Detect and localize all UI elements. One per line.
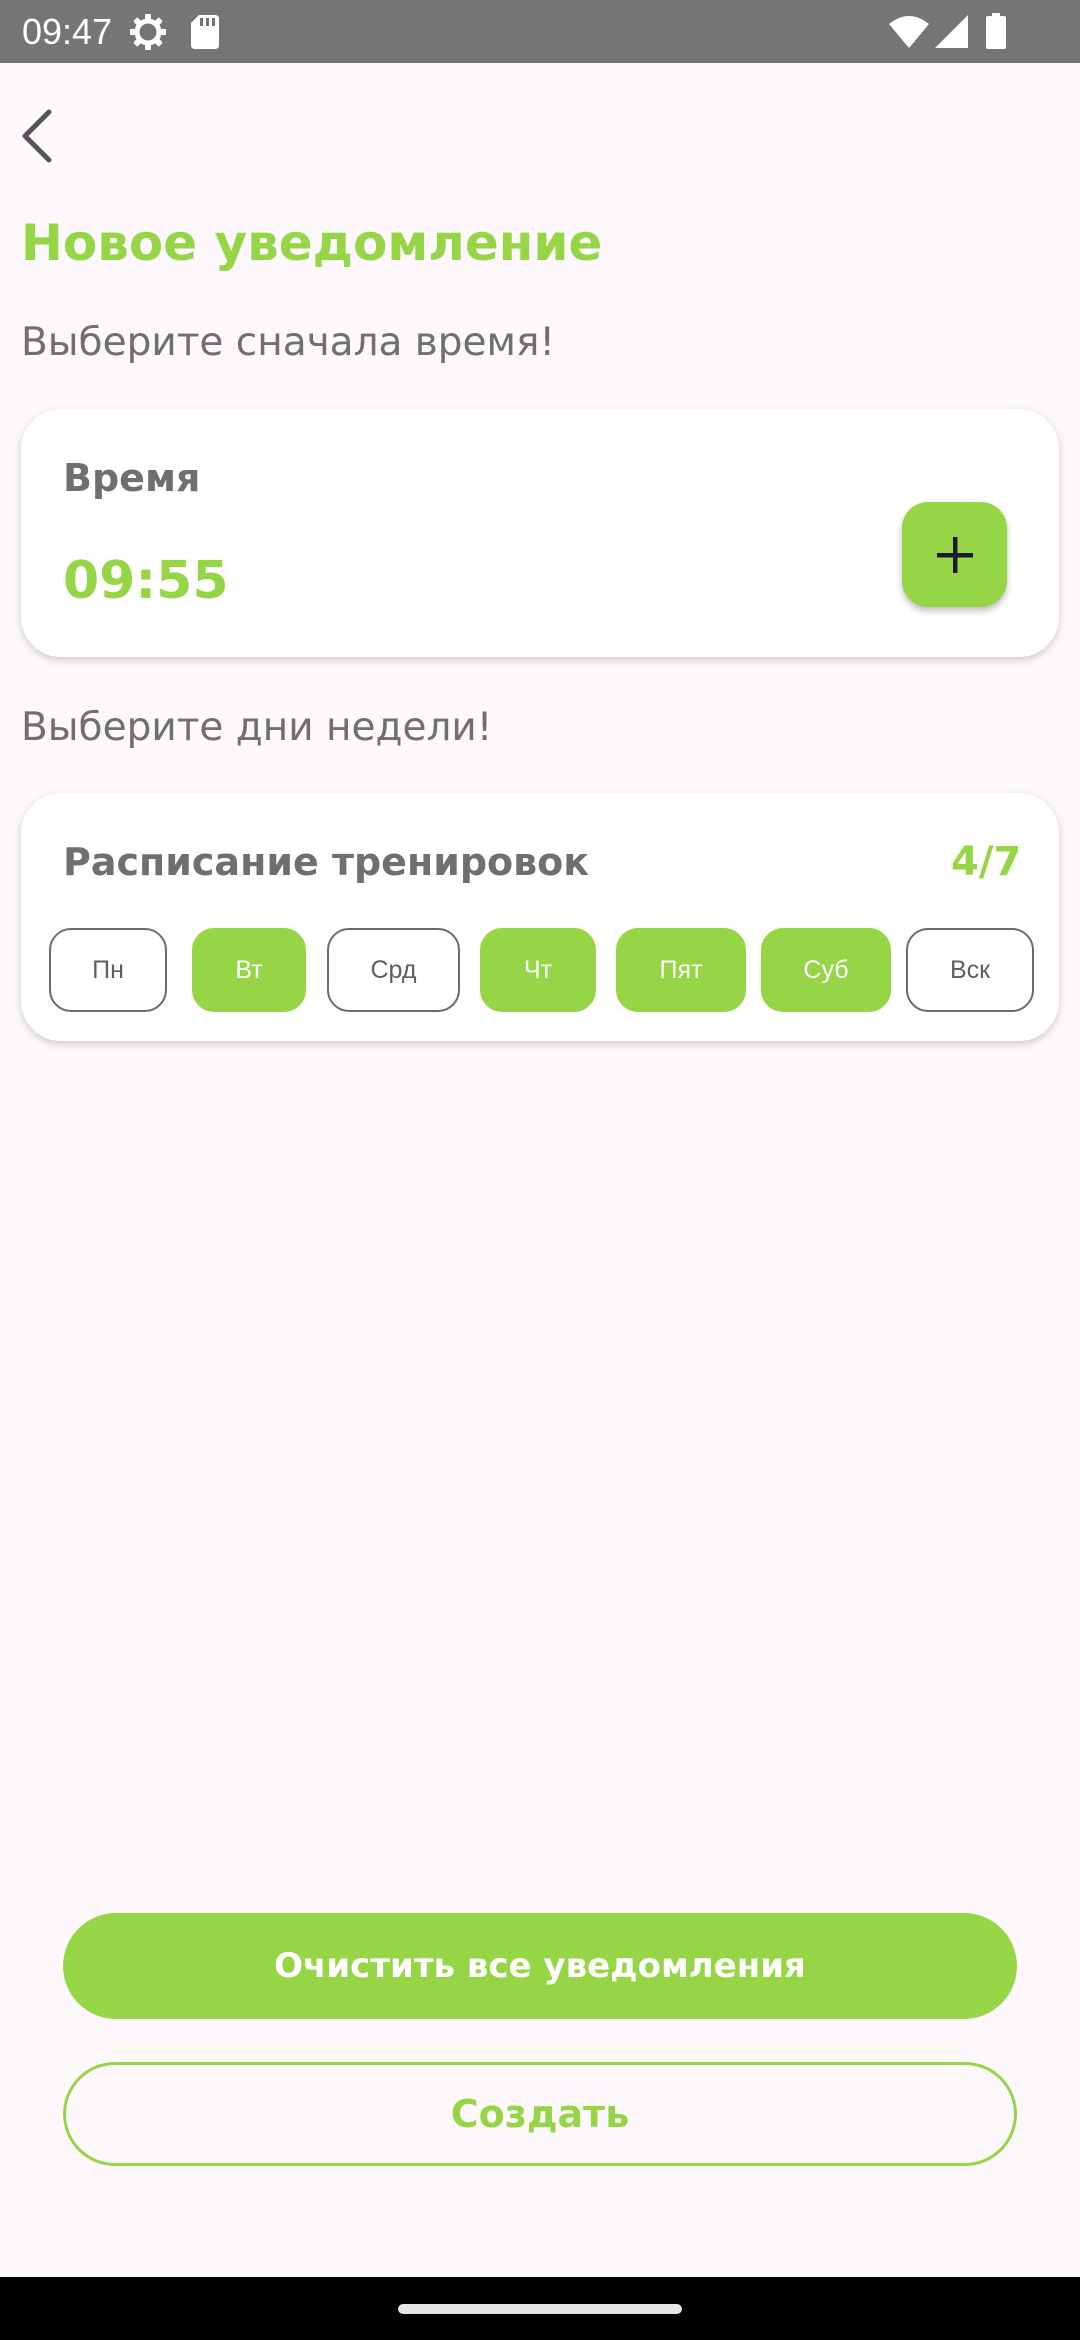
day-chip-mon[interactable]: Пн bbox=[49, 928, 167, 1012]
create-button[interactable]: Создать bbox=[63, 2062, 1017, 2166]
time-card-heading: Время bbox=[63, 456, 201, 500]
time-prompt: Выберите сначала время! bbox=[21, 320, 556, 365]
battery-icon bbox=[986, 13, 1006, 49]
home-indicator[interactable] bbox=[398, 2304, 682, 2314]
day-chip-thu[interactable]: Чт bbox=[480, 928, 596, 1012]
cellular-signal-icon bbox=[935, 15, 968, 48]
status-time: 09:47 bbox=[22, 11, 113, 52]
day-chip-fri[interactable]: Пят bbox=[616, 928, 746, 1012]
sd-card-icon bbox=[191, 15, 219, 49]
clear-all-notifications-button[interactable]: Очистить все уведомления bbox=[63, 1913, 1017, 2019]
wifi-icon bbox=[889, 16, 929, 48]
day-chip-sat[interactable]: Суб bbox=[761, 928, 891, 1012]
page-title: Новое уведомление bbox=[21, 214, 603, 272]
time-value[interactable]: 09:55 bbox=[63, 548, 229, 614]
selected-days-counter: 4/7 bbox=[951, 839, 1022, 885]
back-button[interactable] bbox=[12, 103, 62, 169]
days-prompt: Выберите дни недели! bbox=[21, 705, 493, 750]
day-chip-tue[interactable]: Вт bbox=[192, 928, 306, 1012]
add-time-button[interactable] bbox=[902, 502, 1007, 607]
schedule-card-heading: Расписание тренировок bbox=[63, 840, 590, 884]
plus-icon bbox=[936, 536, 973, 573]
settings-icon bbox=[129, 13, 167, 51]
chevron-left-icon bbox=[22, 109, 52, 163]
day-chip-sun[interactable]: Вск bbox=[906, 928, 1034, 1012]
day-chip-wed[interactable]: Срд bbox=[327, 928, 460, 1012]
